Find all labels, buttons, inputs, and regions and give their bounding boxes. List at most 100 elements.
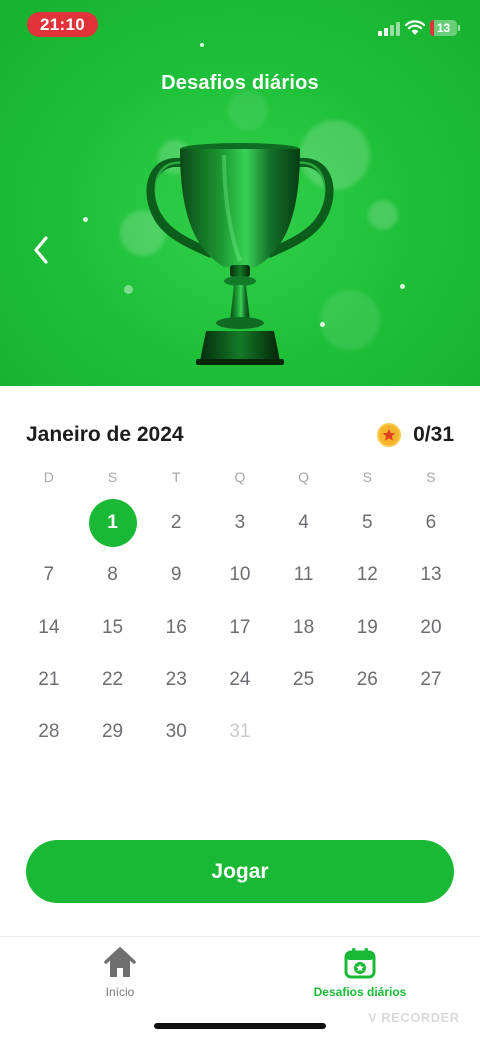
day-number: 9: [170, 564, 182, 586]
calendar-day[interactable]: 6: [399, 497, 463, 549]
chevron-left-icon: [34, 236, 48, 264]
star-icon: [382, 428, 396, 441]
day-number: 28: [38, 721, 60, 743]
calendar-day[interactable]: 3: [208, 497, 272, 549]
calendar-day[interactable]: 21: [17, 654, 81, 706]
calendar-day[interactable]: 11: [272, 549, 336, 601]
calendar-day[interactable]: 5: [335, 497, 399, 549]
bokeh-light: [228, 90, 268, 130]
month-header: Janeiro de 2024 0/31: [26, 420, 456, 450]
hero-banner: 21:10 13 Desafios diários: [0, 0, 480, 386]
day-grid: 1 2 3 4 5 6 7 8 9 10 11 12 13 14 15 16 17 18 19 20 21 22 23 24 2…: [17, 497, 463, 758]
calendar-day[interactable]: 1: [81, 497, 145, 549]
bokeh-light: [368, 200, 398, 230]
day-number: 18: [293, 616, 315, 638]
calendar-day[interactable]: 7: [17, 549, 81, 601]
calendar-day[interactable]: 10: [208, 549, 272, 601]
day-number: 30: [165, 721, 187, 743]
home-indicator[interactable]: [154, 1023, 326, 1029]
calendar: DSTQQSS 1 2 3 4 5 6 7 8 9 10 11 12 13 14 15 16 17 18 19 20 2…: [17, 462, 463, 758]
calendar-day[interactable]: 30: [144, 706, 208, 758]
calendar-day[interactable]: 24: [208, 654, 272, 706]
battery-nub: [458, 25, 460, 31]
progress-count: 0/31: [413, 423, 454, 446]
empty-day-cell: [17, 497, 81, 549]
calendar-day[interactable]: 9: [144, 549, 208, 601]
sparkle: [400, 284, 405, 289]
calendar-star-icon: [344, 948, 376, 979]
day-number: 16: [165, 616, 187, 638]
sparkle: [124, 285, 133, 294]
month-title: Janeiro de 2024: [26, 423, 184, 446]
status-time: 21:10: [27, 12, 98, 37]
day-number: 31: [229, 721, 251, 743]
weekday-label: Q: [298, 469, 310, 485]
calendar-day[interactable]: 16: [144, 602, 208, 654]
back-button[interactable]: [26, 230, 56, 270]
calendar-day[interactable]: 25: [272, 654, 336, 706]
calendar-day[interactable]: 18: [272, 602, 336, 654]
sparkle: [83, 217, 88, 222]
trophy-icon: [146, 143, 334, 365]
day-number: 4: [298, 512, 309, 534]
day-number: 21: [38, 669, 60, 691]
calendar-day[interactable]: 29: [81, 706, 145, 758]
day-number: 26: [356, 669, 378, 691]
day-number: 17: [229, 616, 251, 638]
day-number: 1: [88, 499, 137, 548]
calendar-day[interactable]: 23: [144, 654, 208, 706]
day-number: 2: [170, 512, 182, 534]
calendar-day[interactable]: 19: [335, 602, 399, 654]
day-number: 12: [356, 564, 378, 586]
challenge-progress: 0/31: [377, 420, 454, 450]
calendar-day[interactable]: 13: [399, 549, 463, 601]
battery-icon: 13: [430, 20, 457, 36]
status-bar: 21:10 13: [0, 0, 480, 48]
day-number: 5: [361, 512, 373, 534]
calendar-day[interactable]: 28: [17, 706, 81, 758]
day-number: 22: [101, 669, 124, 691]
day-number: 13: [420, 564, 442, 586]
watermark: V RECORDER: [368, 1010, 460, 1025]
play-button[interactable]: Jogar: [26, 840, 454, 903]
day-number: 25: [293, 669, 315, 691]
weekday-label: Q: [234, 469, 246, 485]
day-number: 11: [293, 564, 314, 586]
weekday-label: T: [171, 469, 181, 485]
calendar-day[interactable]: 4: [272, 497, 336, 549]
calendar-day[interactable]: 17: [208, 602, 272, 654]
day-number: 14: [38, 616, 60, 638]
day-number: 19: [356, 616, 378, 638]
calendar-day[interactable]: 14: [17, 602, 81, 654]
day-number: 15: [101, 616, 124, 638]
tab-label: Desafios diários: [313, 985, 407, 999]
day-number: 7: [43, 564, 55, 586]
battery-level: 13: [436, 21, 451, 35]
day-number: 23: [165, 669, 187, 691]
calendar-day: 31: [208, 706, 272, 758]
day-number: 3: [234, 512, 246, 534]
tab-home[interactable]: Início: [40, 947, 200, 999]
tab-daily-challenges[interactable]: Desafios diários: [280, 947, 440, 999]
day-number: 29: [101, 721, 124, 743]
calendar-day[interactable]: 15: [81, 602, 145, 654]
star-coin-icon: [377, 423, 402, 447]
weekday-label: D: [43, 469, 54, 485]
calendar-day[interactable]: 20: [399, 602, 463, 654]
calendar-day[interactable]: 27: [399, 654, 463, 706]
day-number: 10: [229, 564, 251, 586]
calendar-day[interactable]: 26: [335, 654, 399, 706]
tab-label: Início: [105, 985, 135, 999]
calendar-day[interactable]: 2: [144, 497, 208, 549]
page-title: Desafios diários: [161, 72, 319, 94]
calendar-day[interactable]: 22: [81, 654, 145, 706]
calendar-day[interactable]: 12: [335, 549, 399, 601]
day-number: 24: [229, 669, 251, 691]
weekday-label: S: [362, 469, 372, 485]
signal-icon: [378, 22, 400, 36]
home-icon: [104, 947, 136, 977]
calendar-day[interactable]: 8: [81, 549, 145, 601]
weekday-header: DSTQQSS: [17, 462, 463, 492]
day-number: 20: [420, 616, 442, 638]
weekday-label: S: [426, 469, 436, 485]
